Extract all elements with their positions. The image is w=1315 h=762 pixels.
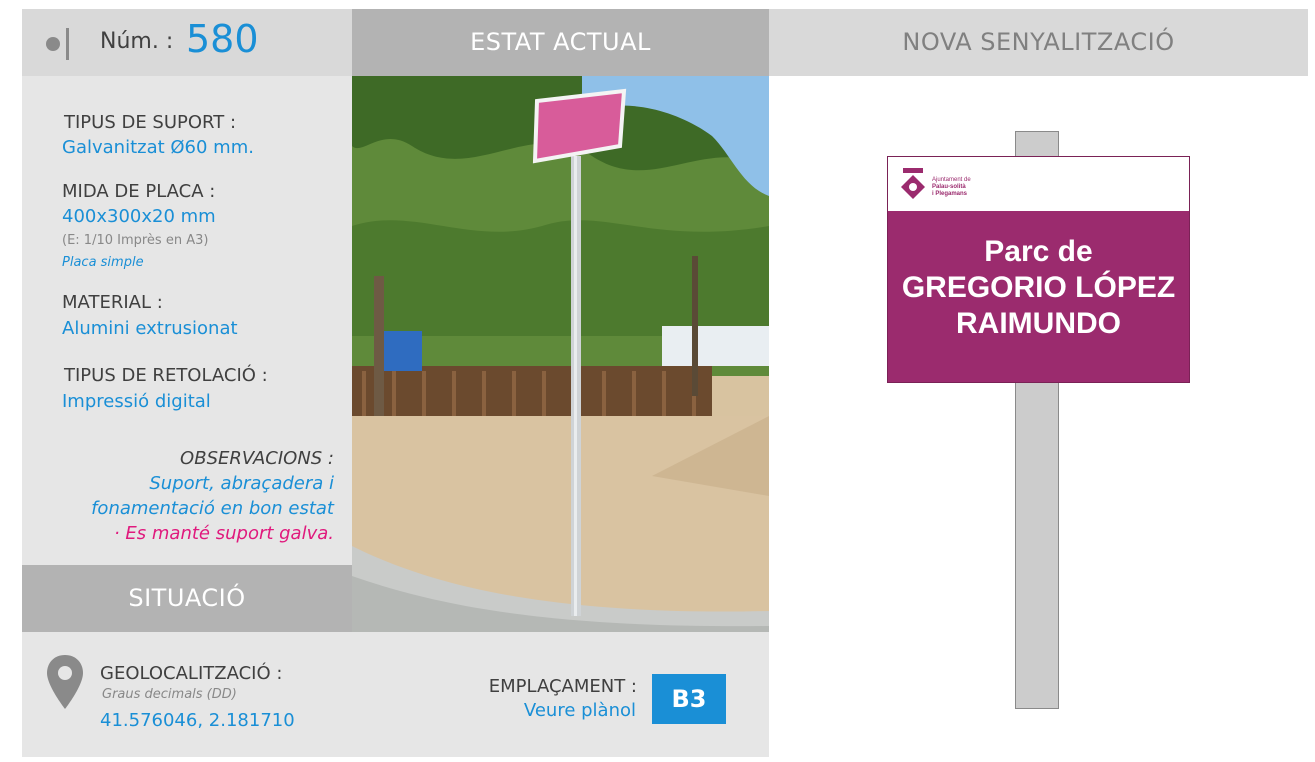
- observacions-line3: · Es manté suport galva.: [113, 523, 334, 544]
- geolocalitzacio-format: Graus decimals (DD): [102, 687, 237, 702]
- municipal-logo-text: Ajuntament de Palau-solità i Plegamans: [932, 177, 971, 198]
- sign-line2: GREGORIO LÓPEZ: [901, 271, 1176, 304]
- suport-label: TIPUS DE SUPORT :: [64, 112, 237, 133]
- number-label: Núm. :: [100, 29, 174, 54]
- situacio-header: SITUACIÓ: [22, 565, 352, 632]
- material-label: MATERIAL :: [62, 292, 163, 313]
- emplacament-link[interactable]: Veure plànol: [432, 700, 636, 721]
- observacions-line2: fonamentació en bon estat: [91, 498, 334, 519]
- estat-actual-title: ESTAT ACTUAL: [470, 28, 651, 56]
- mida-type: Placa simple: [62, 255, 144, 270]
- geolocalitzacio-value: 41.576046, 2.181710: [100, 710, 295, 731]
- mida-value: 400x300x20 mm: [62, 206, 216, 227]
- sign-text-block: Parc de GREGORIO LÓPEZ RAIMUNDO: [887, 234, 1190, 342]
- mida-scale: (E: 1/10 Imprès en A3): [62, 233, 209, 248]
- sign-line1: Parc de: [984, 235, 1093, 268]
- sign-logo-strip: Ajuntament de Palau-solità i Plegamans: [888, 157, 1189, 211]
- location-pin-icon: [47, 655, 83, 709]
- current-state-photo: [352, 76, 769, 632]
- municipal-logo-icon: [901, 168, 925, 199]
- record-icon: [46, 28, 69, 60]
- observacions-block: OBSERVACIONS : Suport, abraçadera i fona…: [30, 446, 334, 546]
- suport-value: Galvanitzat Ø60 mm.: [62, 137, 254, 158]
- number-header: Núm. : 580: [22, 9, 352, 76]
- situacio-title: SITUACIÓ: [128, 584, 246, 612]
- emplacament-label: EMPLAÇAMENT :: [488, 676, 637, 697]
- observacions-label: OBSERVACIONS :: [180, 448, 334, 469]
- geolocalitzacio-label: GEOLOCALITZACIÓ :: [100, 663, 283, 684]
- observacions-line1: Suport, abraçadera i: [149, 473, 334, 494]
- logo-line3: i Plegamans: [932, 191, 968, 197]
- material-value: Alumini extrusionat: [62, 318, 238, 339]
- logo-line1: Ajuntament de: [932, 177, 971, 183]
- retolacio-value: Impressió digital: [62, 391, 211, 412]
- retolacio-label: TIPUS DE RETOLACIÓ :: [64, 365, 268, 386]
- sign-line3: RAIMUNDO: [956, 307, 1121, 340]
- mida-label: MIDA DE PLACA :: [62, 181, 216, 202]
- estat-actual-header: ESTAT ACTUAL: [352, 9, 769, 76]
- nova-senyalitzacio-header: NOVA SENYALITZACIÓ: [769, 9, 1308, 76]
- nova-senyalitzacio-title: NOVA SENYALITZACIÓ: [902, 28, 1175, 56]
- emplacament-code-badge: B3: [652, 674, 726, 724]
- number-value: 580: [186, 17, 259, 61]
- logo-line2: Palau-solità: [932, 184, 966, 190]
